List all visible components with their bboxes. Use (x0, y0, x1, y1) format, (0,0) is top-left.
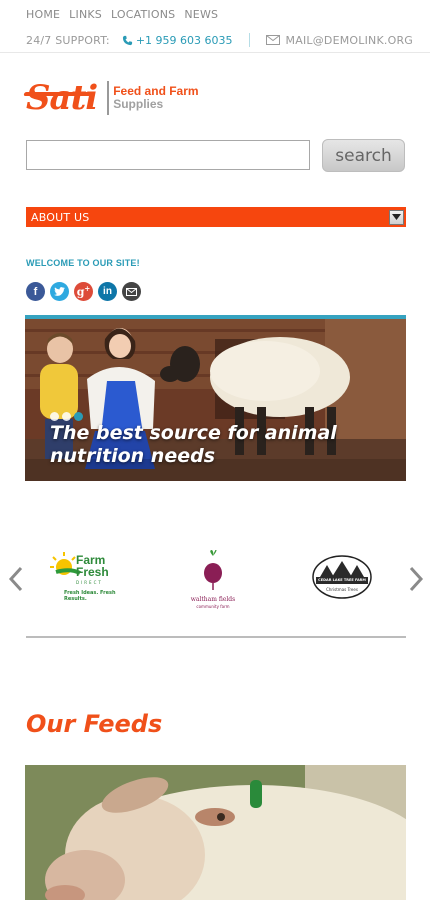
welcome-heading: WELCOME TO OUR SITE! (26, 258, 140, 268)
chevron-down-icon[interactable] (389, 209, 404, 225)
header-divider (0, 52, 430, 53)
logo-brand: Sati (23, 78, 98, 118)
search-button[interactable]: search (322, 139, 405, 172)
carousel-next-button[interactable] (408, 566, 424, 592)
linkedin-icon[interactable]: in (98, 282, 117, 301)
twitter-icon[interactable] (50, 282, 69, 301)
logo-tagline: Feed and Farm Supplies (113, 85, 198, 111)
logo-divider (107, 81, 110, 115)
support-label: 24/7 SUPPORT: (26, 33, 110, 47)
menu-selected-label: ABOUT US (31, 210, 90, 224)
phone-icon (122, 35, 132, 45)
support-email[interactable]: MAIL@DEMOLINK.ORG (265, 33, 414, 47)
mail-icon (265, 35, 280, 45)
nav-home-link[interactable]: HOME (26, 8, 60, 21)
hero-slider[interactable]: The best source for animal nutrition nee… (25, 315, 406, 481)
partner-logo-waltham-fields[interactable]: waltham fields community farm (188, 549, 238, 609)
slider-dot-active[interactable] (74, 412, 83, 421)
section-divider (26, 636, 406, 638)
nav-links-link[interactable]: LINKS (69, 8, 102, 21)
nav-news-link[interactable]: NEWS (184, 8, 218, 21)
feeds-heading: Our Feeds (26, 710, 163, 738)
google-plus-icon[interactable]: g+ (74, 282, 93, 301)
feeds-image[interactable] (25, 765, 406, 900)
support-divider (248, 33, 250, 47)
main-menu-select[interactable]: ABOUT US (26, 207, 406, 227)
carousel-prev-button[interactable] (8, 566, 24, 592)
slider-dot[interactable] (50, 412, 59, 421)
hero-caption: The best source for animal nutrition nee… (50, 422, 337, 467)
social-links: f g+ in (26, 282, 141, 301)
site-logo[interactable]: Sati Feed and Farm Supplies (23, 78, 199, 118)
chevron-left-icon (8, 566, 23, 592)
support-phone-number: +1 959 603 6035 (135, 33, 233, 47)
slider-dot[interactable] (62, 412, 71, 421)
sheep-photo (25, 765, 406, 900)
support-email-address: MAIL@DEMOLINK.ORG (285, 33, 414, 47)
partner-logo-farm-fresh[interactable]: Farm Fresh DIRECT Fresh Ideas. Fresh Res… (50, 550, 130, 605)
search-input[interactable] (26, 140, 310, 170)
partner-logo-cedar-lake[interactable]: CEDAR LAKE TREE FARM Christmas Trees (312, 555, 372, 599)
nav-locations-link[interactable]: LOCATIONS (111, 8, 175, 21)
support-bar: 24/7 SUPPORT: +1 959 603 6035 MAIL@DEMOL… (26, 33, 413, 47)
chevron-right-icon (409, 566, 424, 592)
slider-pagination (50, 412, 83, 421)
logo-tagline-line2: Supplies (113, 97, 164, 111)
facebook-icon[interactable]: f (26, 282, 45, 301)
tree-farm-icon (312, 555, 372, 599)
top-nav: HOME LINKS LOCATIONS NEWS (26, 8, 218, 21)
email-icon[interactable] (122, 282, 141, 301)
support-phone[interactable]: +1 959 603 6035 (122, 34, 233, 47)
